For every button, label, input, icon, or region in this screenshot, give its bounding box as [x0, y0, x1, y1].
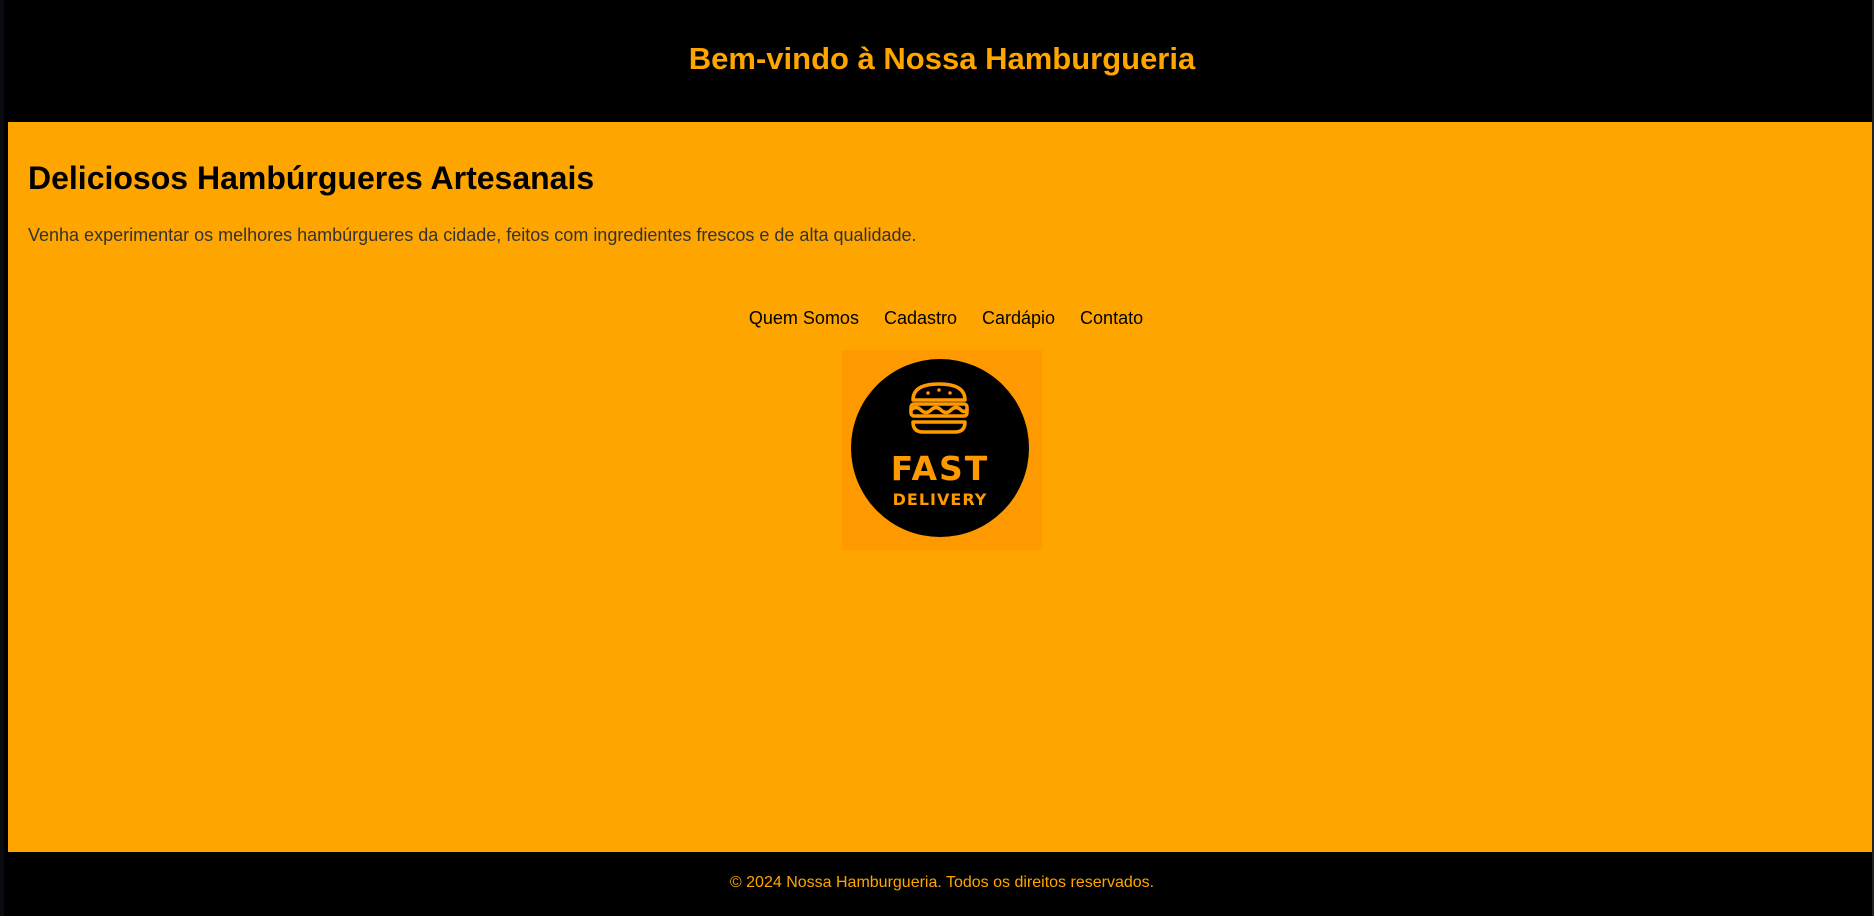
main-nav: Quem Somos Cadastro Cardápio Contato [8, 308, 1874, 329]
nav-link-contato[interactable]: Contato [1080, 308, 1143, 329]
logo-graphic: FAST DELIVERY [851, 359, 1029, 537]
nav-link-cardapio[interactable]: Cardápio [982, 308, 1055, 329]
logo-text-delivery: DELIVERY [893, 490, 988, 509]
site-footer: © 2024 Nossa Hamburgueria. Todos os dire… [8, 852, 1874, 916]
logo-text-fast: FAST [891, 449, 990, 488]
nav-link-quem-somos[interactable]: Quem Somos [749, 308, 859, 329]
fast-delivery-logo: FAST DELIVERY [842, 350, 1042, 550]
site-header: Bem-vindo à Nossa Hamburgueria [8, 0, 1874, 122]
hero-title: Deliciosos Hambúrgueres Artesanais [28, 160, 595, 196]
main-content: Deliciosos Hambúrgueres Artesanais Venha… [8, 122, 1874, 852]
nav-link-cadastro[interactable]: Cadastro [884, 308, 957, 329]
hero-description: Venha experimentar os melhores hambúrgue… [28, 225, 917, 245]
page-frame: Bem-vindo à Nossa Hamburgueria Delicioso… [0, 0, 1874, 916]
copyright-text: © 2024 Nossa Hamburgueria. Todos os dire… [729, 874, 1155, 891]
site-title: Bem-vindo à Nossa Hamburgueria [688, 41, 1196, 76]
